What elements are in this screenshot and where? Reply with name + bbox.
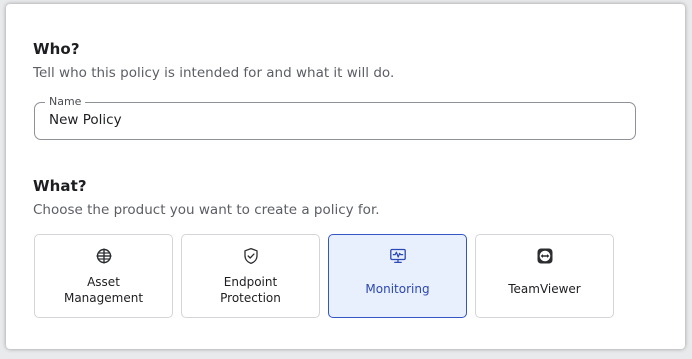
product-card-asset-management[interactable]: Asset Management — [34, 234, 173, 318]
product-card-label: Monitoring — [365, 282, 430, 296]
product-card-teamviewer[interactable]: TeamViewer — [475, 234, 614, 318]
product-card-label: Asset Management — [35, 274, 172, 306]
product-card-label-line: Endpoint — [223, 275, 278, 289]
policy-name-field[interactable]: Name — [34, 95, 636, 140]
product-card-label: Endpoint Protection — [182, 274, 319, 306]
who-section-title: Who? — [33, 40, 80, 58]
product-card-label-line: Management — [63, 291, 144, 305]
monitor-pulse-icon — [389, 248, 406, 264]
product-card-monitoring[interactable]: Monitoring — [328, 234, 467, 318]
product-card-label-line: Asset — [87, 275, 120, 289]
shield-check-icon — [243, 247, 258, 265]
product-card-label: TeamViewer — [508, 282, 581, 296]
crosshair-grid-icon — [96, 248, 111, 264]
product-card-label-line: Protection — [220, 291, 281, 305]
policy-form-card: Who? Tell who this policy is intended fo… — [6, 4, 685, 349]
who-section-subtitle: Tell who this policy is intended for and… — [33, 65, 395, 81]
product-card-endpoint-protection[interactable]: Endpoint Protection — [181, 234, 320, 318]
policy-name-input[interactable] — [49, 112, 619, 128]
what-section-title: What? — [33, 177, 87, 195]
teamviewer-icon — [537, 248, 552, 264]
policy-name-label: Name — [45, 95, 86, 109]
what-section-subtitle: Choose the product you want to create a … — [33, 202, 380, 218]
